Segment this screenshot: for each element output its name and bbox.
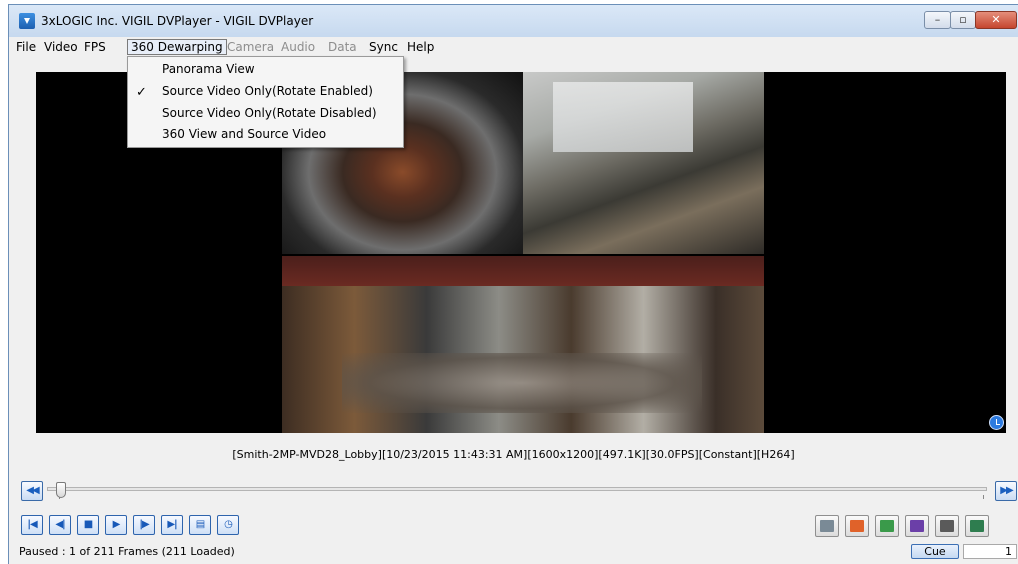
app-logo-icon <box>19 13 35 29</box>
step-back-icon: ◀| <box>55 519 65 530</box>
stop-icon: ■ <box>83 519 93 530</box>
timeline: ◀◀ ▶▶ <box>9 475 1018 511</box>
close-button[interactable]: ✕ <box>975 11 1017 29</box>
step-forward-icon: |▶ <box>139 519 149 530</box>
fullscreen-icon <box>970 520 984 532</box>
menu-video[interactable]: Video <box>41 39 81 55</box>
video-info: [Smith-2MP-MVD28_Lobby][10/23/2015 11:43… <box>232 448 795 461</box>
save-icon <box>910 520 924 532</box>
cue-button[interactable]: Cue <box>911 544 959 559</box>
fullscreen-button[interactable] <box>965 515 989 537</box>
timeline-tick-end <box>983 495 984 499</box>
play-button[interactable]: ▶ <box>105 515 127 535</box>
menu-360-dewarping[interactable]: 360 Dewarping <box>127 39 227 55</box>
layout-button[interactable]: ▤ <box>189 515 211 535</box>
last-frame-button[interactable]: ▶| <box>161 515 183 535</box>
menu-fps[interactable]: FPS <box>81 39 109 55</box>
step-back-button[interactable]: ◀| <box>49 515 71 535</box>
window-title: 3xLOGIC Inc. VIGIL DVPlayer - VIGIL DVPl… <box>41 14 314 28</box>
fast-forward-button[interactable]: ▶▶ <box>995 481 1017 501</box>
menu-help[interactable]: Help <box>404 39 437 55</box>
fast-forward-icon: ▶▶ <box>1000 485 1013 496</box>
first-frame-icon: |◀ <box>27 519 37 530</box>
status-bar: Paused : 1 of 211 Frames (211 Loaded) Cu… <box>9 543 1018 561</box>
dropdown-item-panorama-view[interactable]: Panorama View <box>162 59 255 79</box>
time-jump-button[interactable]: ◷ <box>217 515 239 535</box>
timeline-slider-thumb[interactable] <box>56 482 66 498</box>
first-frame-button[interactable]: |◀ <box>21 515 43 535</box>
print-button[interactable] <box>935 515 959 537</box>
play-icon: ▶ <box>112 519 121 530</box>
last-frame-icon: ▶| <box>167 519 177 530</box>
menu-camera[interactable]: Camera <box>224 39 277 55</box>
snapshot-icon <box>820 520 834 532</box>
layout-icon: ▤ <box>195 519 205 530</box>
menu-sync[interactable]: Sync <box>366 39 401 55</box>
step-forward-button[interactable]: |▶ <box>133 515 155 535</box>
status-text: Paused : 1 of 211 Frames (211 Loaded) <box>19 545 235 558</box>
clock-badge-icon[interactable] <box>989 415 1004 430</box>
refresh-icon <box>880 520 894 532</box>
rewind-icon: ◀◀ <box>26 485 39 496</box>
menu-data[interactable]: Data <box>325 39 360 55</box>
export-button[interactable] <box>845 515 869 537</box>
menu-bar: File Video FPS 360 Dewarping Camera Audi… <box>9 37 1018 57</box>
clock-icon: ◷ <box>224 519 233 530</box>
dropdown-item-source-rotate-enabled[interactable]: Source Video Only(Rotate Enabled) <box>162 81 373 101</box>
minimize-icon: – <box>934 13 941 26</box>
timeline-track[interactable] <box>47 487 987 491</box>
playback-controls: |◀ ◀| ■ ▶ |▶ ▶| ▤ ◷ <box>9 515 1018 539</box>
maximize-icon: ▫ <box>959 13 967 26</box>
dropdown-item-360-and-source[interactable]: 360 View and Source Video <box>162 124 326 144</box>
maximize-button[interactable]: ▫ <box>950 11 976 29</box>
menu-file[interactable]: File <box>13 39 39 55</box>
export-icon <box>850 520 864 532</box>
dewarped-view-top <box>523 72 764 254</box>
cue-frame-field[interactable]: 1 <box>963 544 1017 559</box>
stop-button[interactable]: ■ <box>77 515 99 535</box>
refresh-button[interactable] <box>875 515 899 537</box>
dvplayer-window: 3xLOGIC Inc. VIGIL DVPlayer - VIGIL DVPl… <box>8 4 1018 564</box>
print-icon <box>940 520 954 532</box>
menu-audio[interactable]: Audio <box>278 39 318 55</box>
minimize-button[interactable]: – <box>924 11 951 29</box>
save-button[interactable] <box>905 515 929 537</box>
title-bar[interactable]: 3xLOGIC Inc. VIGIL DVPlayer - VIGIL DVPl… <box>9 5 1018 37</box>
checkmark-icon: ✓ <box>136 85 147 100</box>
snapshot-button[interactable] <box>815 515 839 537</box>
dewarping-dropdown-menu: ✓ Panorama View Source Video Only(Rotate… <box>127 56 404 148</box>
rewind-button[interactable]: ◀◀ <box>21 481 43 501</box>
panorama-view <box>282 256 764 433</box>
dropdown-item-source-rotate-disabled[interactable]: Source Video Only(Rotate Disabled) <box>162 103 377 123</box>
close-icon: ✕ <box>991 13 1001 26</box>
